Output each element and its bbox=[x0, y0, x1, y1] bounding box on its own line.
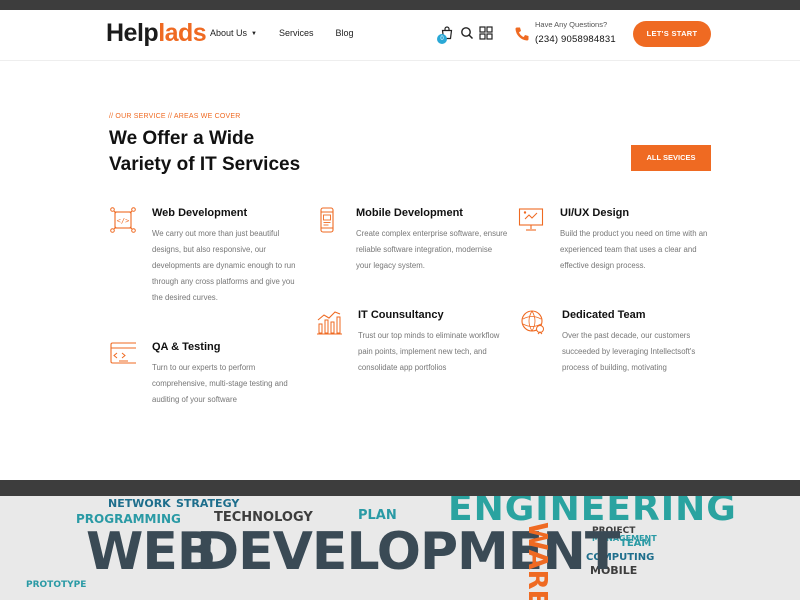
service-card-dedicated-team: Dedicated Team Over the past decade, our… bbox=[520, 309, 720, 379]
web-development-word-cloud-image: NETWORK STRATEGY PROGRAMMING TECHNOLOGY … bbox=[0, 496, 800, 600]
service-description: Trust our top minds to eliminate workflo… bbox=[358, 331, 500, 372]
word-strategy: STRATEGY bbox=[176, 497, 240, 510]
site-header: Helplads About Us ▼ Services Blog 0 Have … bbox=[0, 10, 800, 60]
section-divider-bar bbox=[0, 480, 800, 496]
search-icon bbox=[461, 27, 474, 40]
all-services-button[interactable]: ALL SEVICES bbox=[631, 145, 711, 171]
service-title[interactable]: IT Counsultancy bbox=[358, 309, 444, 321]
grid-icon bbox=[479, 26, 493, 40]
cart-button[interactable]: 0 bbox=[437, 26, 454, 44]
cart-count-badge: 0 bbox=[437, 34, 447, 44]
service-title[interactable]: Dedicated Team bbox=[562, 309, 646, 321]
monitor-icon bbox=[518, 208, 544, 231]
service-card-web-development: </> Web Development We carry out more th… bbox=[110, 207, 310, 317]
contact-phone-number[interactable]: (234) 9058984831 bbox=[535, 34, 616, 45]
team-icon bbox=[521, 310, 544, 335]
nav-item-blog[interactable]: Blog bbox=[336, 28, 354, 38]
logo-text-main: Help bbox=[106, 19, 159, 47]
service-title[interactable]: Mobile Development bbox=[356, 207, 463, 219]
word-network: NETWORK bbox=[108, 497, 171, 510]
contact-label: Have Any Questions? bbox=[535, 20, 608, 29]
phone-icon bbox=[515, 27, 529, 41]
word-team: TEAM bbox=[620, 538, 652, 549]
top-bar bbox=[0, 0, 800, 10]
main-nav: About Us ▼ Services Blog bbox=[210, 28, 354, 38]
section-kicker: // OUR SERVICE // AREAS WE COVER bbox=[109, 113, 241, 120]
caret-down-icon: ▼ bbox=[251, 31, 257, 37]
service-card-qa-testing: QA & Testing Turn to our experts to perf… bbox=[110, 341, 310, 411]
logo-text-accent: lads bbox=[158, 19, 207, 47]
word-ware: WARE bbox=[522, 522, 552, 600]
service-description: Create complex enterprise software, ensu… bbox=[356, 229, 508, 270]
nav-item-about-us[interactable]: About Us ▼ bbox=[210, 28, 257, 38]
svg-text:</>: </> bbox=[117, 217, 130, 225]
service-description: We carry out more than just beautiful de… bbox=[152, 229, 296, 302]
search-button[interactable] bbox=[460, 26, 474, 40]
section-heading: We Offer a Wide Variety of IT Services bbox=[109, 126, 369, 178]
word-plan: PLAN bbox=[358, 508, 397, 523]
heading-line-1: We Offer a Wide bbox=[109, 128, 255, 149]
qa-icon bbox=[110, 342, 136, 364]
service-title[interactable]: Web Development bbox=[152, 207, 247, 219]
service-title[interactable]: QA & Testing bbox=[152, 341, 220, 353]
nav-item-label: About Us bbox=[210, 28, 248, 38]
nav-item-services[interactable]: Services bbox=[279, 28, 314, 38]
service-card-mobile-development: Mobile Development Create complex enterp… bbox=[314, 207, 514, 287]
lets-start-button[interactable]: LET'S START bbox=[633, 21, 711, 47]
menu-grid-button[interactable] bbox=[479, 26, 493, 40]
service-title[interactable]: UI/UX Design bbox=[560, 207, 629, 219]
logo[interactable]: Helplads bbox=[106, 19, 207, 48]
service-description: Turn to our experts to perform comprehen… bbox=[152, 363, 288, 404]
mobile-icon bbox=[320, 207, 334, 233]
heading-line-2: Variety of IT Services bbox=[109, 154, 301, 175]
word-prototype: PROTOTYPE bbox=[26, 580, 87, 590]
chart-icon bbox=[317, 311, 342, 335]
service-card-ui-ux-design: UI/UX Design Build the product you need … bbox=[518, 207, 718, 287]
service-description: Build the product you need on time with … bbox=[560, 229, 708, 270]
web-dev-icon: </> bbox=[110, 207, 136, 233]
service-description: Over the past decade, our customers succ… bbox=[562, 331, 696, 372]
service-card-it-consultancy: IT Counsultancy Trust our top minds to e… bbox=[316, 309, 516, 379]
word-development: DEVELOPMENT bbox=[196, 522, 620, 582]
